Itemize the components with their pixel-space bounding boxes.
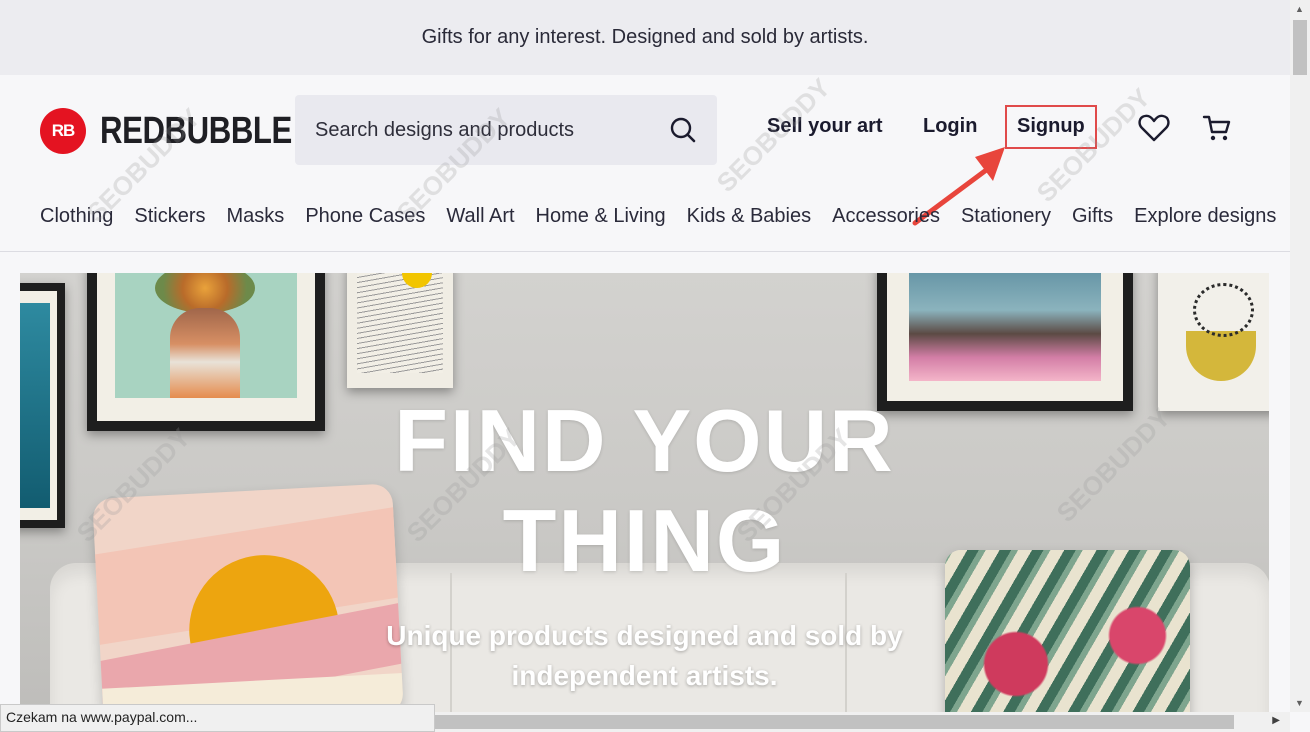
category-accessories[interactable]: Accessories (832, 205, 940, 228)
vertical-scroll-thumb[interactable] (1293, 20, 1307, 75)
site-header: RB REDBUBBLE Sell your art Login Signup (0, 75, 1290, 185)
search-icon[interactable] (669, 116, 697, 144)
logo-badge: RB (40, 108, 86, 154)
search-bar (295, 95, 717, 165)
scroll-down-icon[interactable]: ▼ (1295, 698, 1304, 708)
redbubble-logo[interactable]: RB REDBUBBLE (40, 108, 334, 154)
category-gifts[interactable]: Gifts (1072, 205, 1113, 228)
search-input[interactable] (295, 95, 675, 165)
browser-status-bar: Czekam na www.paypal.com... (0, 704, 435, 732)
category-kids-babies[interactable]: Kids & Babies (687, 205, 812, 228)
hero-subtitle: Unique products designed and sold by ind… (20, 616, 1269, 696)
hero-subtitle-line2: independent artists. (511, 660, 778, 691)
category-wall-art[interactable]: Wall Art (446, 205, 514, 228)
sell-your-art-link[interactable]: Sell your art (767, 115, 883, 138)
category-explore-designs[interactable]: Explore designs (1134, 205, 1276, 228)
hero-banner[interactable]: FIND YOUR THING Unique products designed… (20, 273, 1269, 713)
scroll-right-icon[interactable]: ▶ (1272, 715, 1280, 726)
heart-icon[interactable] (1138, 113, 1170, 143)
category-clothing[interactable]: Clothing (40, 205, 113, 228)
category-masks[interactable]: Masks (227, 205, 285, 228)
login-link[interactable]: Login (923, 115, 977, 138)
hero-title-line2: THING (502, 491, 787, 590)
category-nav: Clothing Stickers Masks Phone Cases Wall… (0, 195, 1290, 252)
logo-text: REDBUBBLE (100, 109, 292, 152)
vertical-scrollbar[interactable]: ▲ ▼ (1290, 0, 1310, 712)
promo-banner-text: Gifts for any interest. Designed and sol… (421, 26, 869, 48)
category-phone-cases[interactable]: Phone Cases (305, 205, 425, 228)
hero-subtitle-line1: Unique products designed and sold by (386, 620, 903, 651)
signup-highlight-box (1005, 105, 1097, 149)
category-home-living[interactable]: Home & Living (536, 205, 666, 228)
status-text: Czekam na www.paypal.com... (6, 709, 198, 725)
category-stationery[interactable]: Stationery (961, 205, 1051, 228)
hero-title-line1: FIND YOUR (394, 391, 895, 490)
cart-icon[interactable] (1202, 113, 1232, 143)
wall-frame-mountain (347, 273, 453, 388)
promo-banner: Gifts for any interest. Designed and sol… (0, 0, 1290, 75)
category-stickers[interactable]: Stickers (134, 205, 205, 228)
scroll-up-icon[interactable]: ▲ (1295, 4, 1304, 14)
hero-title: FIND YOUR THING (20, 391, 1269, 591)
